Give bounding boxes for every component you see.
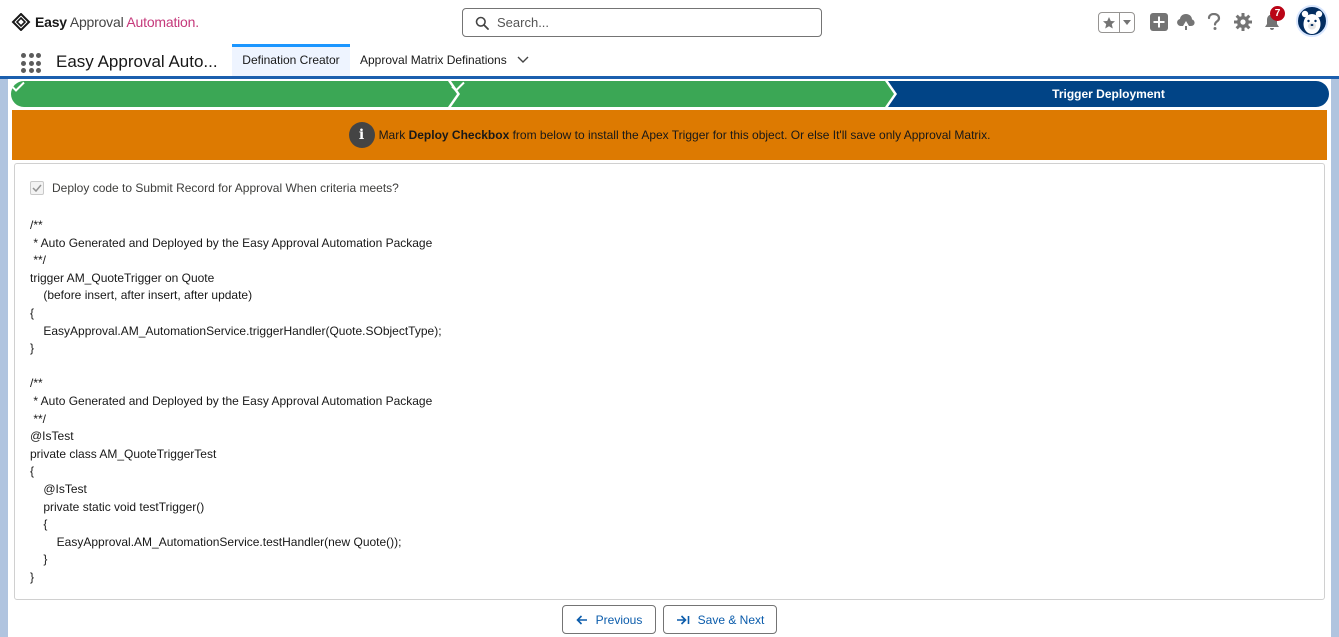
previous-button[interactable]: Previous: [562, 605, 656, 634]
help-icon[interactable]: [1204, 12, 1224, 32]
path-step-2[interactable]: [451, 81, 894, 107]
code-line: }: [30, 569, 35, 584]
favorites-star-icon[interactable]: [1099, 13, 1121, 32]
path-step-label: Trigger Deployment: [1052, 87, 1165, 101]
chevron-down-icon[interactable]: [517, 56, 529, 64]
code-line: trigger AM_QuoteTrigger on Quote: [30, 270, 215, 285]
code-line: * Auto Generated and Deployed by the Eas…: [30, 393, 433, 408]
code-line: EasyApproval.AM_AutomationService.trigge…: [30, 323, 442, 338]
notification-count-badge: 7: [1270, 6, 1285, 21]
code-line: * Auto Generated and Deployed by the Eas…: [30, 235, 433, 250]
code-line: @IsTest: [30, 429, 74, 444]
trailhead-icon[interactable]: [1176, 12, 1196, 32]
brand-logo[interactable]: Easy Approval Automation.: [11, 13, 199, 31]
tab-label: Defination Creator: [242, 53, 340, 67]
user-avatar[interactable]: [1296, 5, 1328, 37]
favorites-button-group[interactable]: [1098, 12, 1135, 33]
checkmark-icon: [32, 184, 42, 192]
progress-path: Trigger Deployment: [11, 81, 1329, 107]
search-input[interactable]: [497, 15, 797, 30]
setup-gear-icon[interactable]: [1233, 12, 1253, 32]
code-line: }: [30, 552, 48, 567]
app-name: Easy Approval Auto...: [56, 52, 218, 71]
code-line: @IsTest: [30, 481, 87, 496]
code-line: private static void testTrigger(): [30, 499, 205, 514]
path-step-1[interactable]: [11, 81, 457, 107]
code-line: }: [30, 341, 35, 356]
logo-icon: [11, 13, 31, 31]
check-icon: [11, 81, 25, 92]
global-search[interactable]: [462, 8, 822, 37]
code-line: **/: [30, 411, 47, 426]
path-step-3[interactable]: Trigger Deployment: [888, 81, 1329, 107]
deploy-checkbox[interactable]: [30, 181, 44, 195]
save-next-button[interactable]: Save & Next: [663, 605, 777, 634]
tab-approval-matrix-definations[interactable]: Approval Matrix Definations: [360, 44, 529, 76]
code-line: EasyApproval.AM_AutomationService.testHa…: [30, 534, 402, 549]
code-line: /**: [30, 376, 43, 391]
main-content: Trigger Deployment i Mark Deploy Checkbo…: [8, 79, 1331, 637]
favorites-dropdown-icon[interactable]: [1120, 19, 1134, 26]
check-icon: [451, 81, 465, 92]
info-icon: i: [348, 122, 375, 148]
app-navigation-bar: Easy Approval Auto... Defination Creator…: [0, 44, 1339, 79]
app-launcher-icon[interactable]: [21, 53, 41, 73]
code-line: (before insert, after insert, after upda…: [30, 288, 253, 303]
apex-code-block: /** * Auto Generated and Deployed by the…: [30, 217, 442, 586]
tab-defination-creator[interactable]: Defination Creator: [232, 44, 350, 76]
code-line: {: [30, 464, 35, 479]
deploy-checkbox-label: Deploy code to Submit Record for Approva…: [52, 181, 399, 195]
tab-label: Approval Matrix Definations: [360, 53, 507, 67]
code-panel: Deploy code to Submit Record for Approva…: [14, 163, 1325, 600]
code-line: **/: [30, 253, 47, 268]
banner-message: Mark Deploy Checkbox from below to insta…: [378, 128, 991, 142]
code-line: {: [30, 305, 35, 320]
arrow-left-icon: [576, 614, 587, 625]
arrow-right-to-bar-icon: [676, 614, 689, 625]
add-icon[interactable]: [1149, 12, 1169, 32]
code-line: {: [30, 517, 48, 532]
save-next-button-label: Save & Next: [697, 612, 765, 627]
brand-name: Easy Approval Automation.: [35, 14, 199, 30]
previous-button-label: Previous: [595, 612, 643, 627]
info-banner: i Mark Deploy Checkbox from below to ins…: [12, 110, 1327, 160]
global-header: Easy Approval Automation. Search... 7: [0, 0, 1339, 44]
deploy-checkbox-row[interactable]: Deploy code to Submit Record for Approva…: [30, 181, 399, 195]
search-icon: [475, 16, 489, 30]
code-line: private class AM_QuoteTriggerTest: [30, 446, 217, 461]
code-line: /**: [30, 218, 43, 232]
